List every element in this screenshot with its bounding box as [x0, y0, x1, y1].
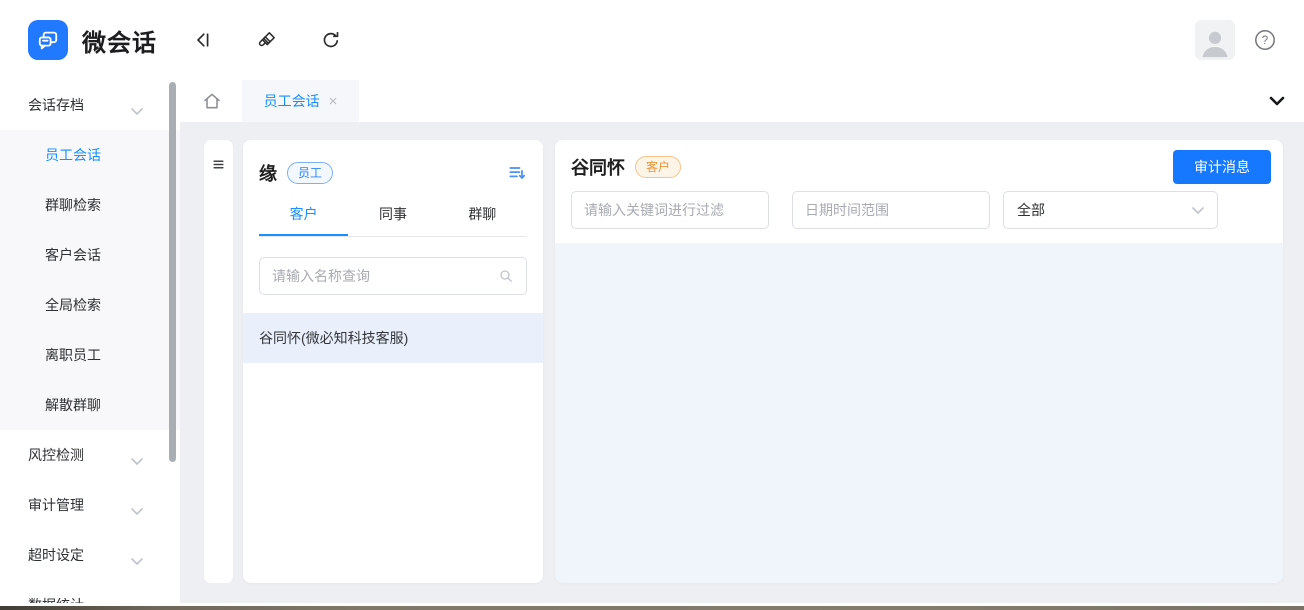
conversation-title-row: 谷同怀 客户: [571, 154, 1267, 180]
chevron-down-icon: [131, 502, 143, 518]
audit-message-button[interactable]: 审计消息: [1173, 150, 1271, 184]
collapse-sidebar-icon[interactable]: [193, 30, 213, 50]
header-toolbar: [193, 30, 341, 50]
sidebar-subitem-label: 群聊检索: [45, 195, 101, 215]
date-range-input[interactable]: [805, 202, 986, 218]
search-icon: [498, 268, 514, 284]
contact-name: 谷同怀(微必知科技客服): [259, 328, 408, 348]
sidebar-item-label: 审计管理: [28, 495, 84, 515]
panel-fold-strip[interactable]: [204, 140, 233, 583]
refresh-icon[interactable]: [321, 30, 341, 50]
app-title: 微会话: [82, 23, 157, 58]
sidebar-subitem-label: 离职员工: [45, 345, 101, 365]
customer-badge: 客户: [635, 156, 681, 178]
sidebar-item-group-search[interactable]: 群聊检索: [0, 180, 180, 230]
sidebar-subitem-label: 解散群聊: [45, 395, 101, 415]
chevron-down-icon: [131, 452, 143, 468]
select-value: 全部: [1017, 200, 1045, 220]
contact-type-tabs: 客户 同事 群聊: [259, 204, 527, 237]
sidebar-item-session-archive[interactable]: 会话存档: [0, 80, 180, 130]
sidebar-item-employee-session[interactable]: 员工会话: [0, 130, 180, 180]
sidebar-item-customer-session[interactable]: 客户会话: [0, 230, 180, 280]
employee-name: 缘: [259, 160, 277, 186]
app-header: 微会话: [0, 0, 1304, 80]
conversation-title: 谷同怀: [571, 154, 625, 180]
sidebar-item-timeout-settings[interactable]: 超时设定: [0, 530, 180, 580]
tab-employee-session[interactable]: 员工会话 ×: [242, 80, 359, 122]
conversation-panel: 谷同怀 客户 审计消息 全部: [555, 140, 1283, 583]
tab-colleagues[interactable]: 同事: [348, 204, 437, 236]
sidebar-item-dissolved-group[interactable]: 解散群聊: [0, 380, 180, 430]
person-icon: [1198, 26, 1232, 60]
conversation-filters: 全部: [571, 191, 1267, 229]
contact-search-box: [259, 257, 527, 295]
sidebar-subitem-label: 全局检索: [45, 295, 101, 315]
app-window: 微会话: [0, 0, 1304, 610]
sort-icon[interactable]: [507, 163, 527, 183]
sidebar-item-label: 数据统计: [28, 595, 84, 603]
sidebar-item-risk-control[interactable]: 风控检测: [0, 430, 180, 480]
sidebar-submenu-archive: 员工会话 群聊检索 客户会话 全局检索 离职员工 解散群聊: [0, 130, 180, 430]
tab-customers[interactable]: 客户: [259, 204, 348, 236]
home-icon[interactable]: [202, 91, 222, 111]
employee-badge: 员工: [287, 162, 333, 184]
sidebar-subitem-label: 员工会话: [45, 145, 101, 165]
sidebar-item-label: 风控检测: [28, 445, 84, 465]
help-icon[interactable]: ?: [1252, 27, 1278, 53]
svg-text:?: ?: [1262, 35, 1268, 47]
sidebar-item-resigned-employee[interactable]: 离职员工: [0, 330, 180, 380]
main-content: 缘 员工 客户 同事 群聊 谷同怀(微必知科技客服): [180, 122, 1304, 603]
sidebar-item-label: 会话存档: [28, 95, 84, 115]
contacts-panel-header: 缘 员工: [259, 160, 527, 186]
user-avatar[interactable]: [1195, 20, 1235, 60]
keyword-filter-input[interactable]: [584, 202, 765, 218]
taskbar-edge: [0, 606, 1304, 610]
chevron-down-icon: [131, 552, 143, 568]
contacts-panel: 缘 员工 客户 同事 群聊 谷同怀(微必知科技客服): [243, 140, 543, 583]
menu-fold-icon[interactable]: [212, 158, 225, 171]
tabbar-chevron-down-icon[interactable]: [1269, 93, 1285, 109]
conversation-header: 谷同怀 客户 审计消息 全部: [555, 140, 1283, 243]
sidebar-item-data-statistics[interactable]: 数据统计: [0, 580, 180, 603]
theme-brush-icon[interactable]: [257, 30, 277, 50]
tab-bar: 员工会话 ×: [180, 80, 1304, 122]
message-type-select[interactable]: 全部: [1003, 191, 1218, 229]
contact-list: 谷同怀(微必知科技客服): [243, 313, 543, 363]
sidebar-item-audit-management[interactable]: 审计管理: [0, 480, 180, 530]
date-range-box: [792, 191, 990, 229]
app-logo: [28, 20, 68, 60]
chat-bubbles-icon: [35, 27, 61, 53]
tab-group-chats[interactable]: 群聊: [438, 204, 527, 236]
sidebar: 会话存档 员工会话 群聊检索 客户会话 全局检索 离职员工 解散群聊 风控检测 …: [0, 80, 180, 603]
sidebar-subitem-label: 客户会话: [45, 245, 101, 265]
sidebar-item-global-search[interactable]: 全局检索: [0, 280, 180, 330]
tab-label: 员工会话: [264, 91, 320, 111]
sidebar-item-label: 超时设定: [28, 545, 84, 565]
tab-close-icon[interactable]: ×: [329, 94, 338, 109]
sidebar-scrollbar-thumb[interactable]: [169, 82, 176, 462]
contact-search-input[interactable]: [272, 268, 498, 284]
chevron-down-icon: [1192, 207, 1204, 214]
list-item[interactable]: 谷同怀(微必知科技客服): [243, 313, 543, 363]
keyword-filter-box: [571, 191, 769, 229]
message-area: [555, 243, 1283, 583]
chevron-down-icon: [131, 102, 143, 118]
